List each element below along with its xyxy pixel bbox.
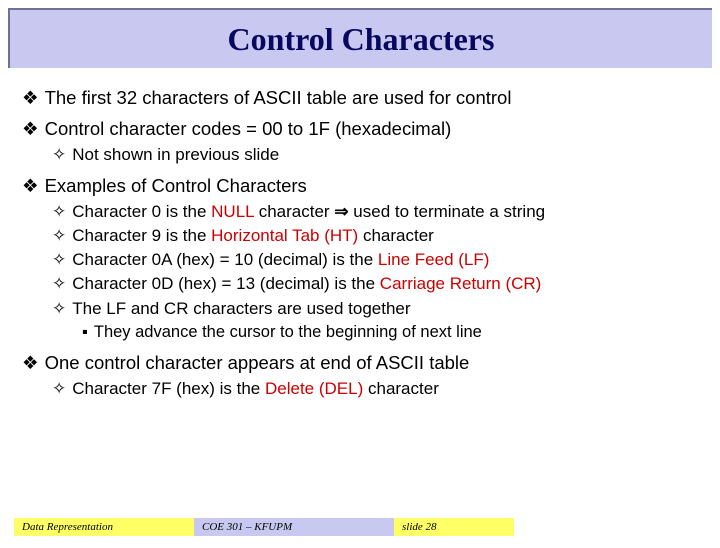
bullet-l2: ✧ Character 0A (hex) = 10 (decimal) is th…	[52, 249, 698, 270]
bullet-l1: ❖ The first 32 characters of ASCII table …	[22, 86, 698, 109]
bullet-text: Examples of Control Characters	[45, 175, 307, 196]
bullet-l2: ✧Character 9 is the Horizontal Tab (HT) …	[52, 225, 698, 246]
bullet-text: Character 0 is the	[72, 202, 211, 221]
bullet-text: Character 0D (hex) = 13 (decimal) is the	[72, 274, 380, 293]
bullet-text: used to terminate a string	[349, 202, 546, 221]
open-diamond-icon: ✧	[52, 145, 66, 164]
bullet-l2: ✧ The LF and CR characters are used toget…	[52, 298, 698, 319]
highlight-text: Delete (DEL)	[265, 379, 363, 398]
diamond-icon: ❖	[22, 175, 39, 196]
arrow-icon: ⇒	[334, 202, 348, 221]
open-diamond-icon: ✧	[52, 379, 66, 398]
bullet-text: character	[254, 202, 334, 221]
bullet-text: One control character appears at end of …	[45, 352, 470, 373]
bullet-l2: ✧ Character 0D (hex) = 13 (decimal) is th…	[52, 273, 698, 294]
diamond-icon: ❖	[22, 87, 39, 108]
bullet-l2: ✧ Not shown in previous slide	[52, 144, 698, 165]
bullet-text: Character 0A (hex) = 10 (decimal) is the	[72, 250, 378, 269]
bullet-text: The first 32 characters of ASCII table a…	[45, 87, 512, 108]
title-band: Control Characters	[8, 8, 712, 68]
highlight-text: Horizontal Tab (HT)	[211, 226, 358, 245]
open-diamond-icon: ✧	[52, 250, 66, 269]
bullet-l2: ✧Character 7F (hex) is the Delete (DEL) …	[52, 378, 698, 399]
bullet-l3: ▪ They advance the cursor to the beginnin…	[82, 322, 698, 343]
square-icon: ▪	[82, 323, 88, 341]
bullet-text: character	[358, 226, 434, 245]
bullet-text: Character 7F (hex) is the	[72, 379, 265, 398]
open-diamond-icon: ✧	[52, 226, 66, 245]
bullet-l1: ❖ One control character appears at end of…	[22, 351, 698, 374]
slide-title: Control Characters	[228, 21, 495, 58]
open-diamond-icon: ✧	[52, 202, 66, 221]
diamond-icon: ❖	[22, 352, 39, 373]
open-diamond-icon: ✧	[52, 299, 66, 318]
bullet-l1: ❖ Control character codes = 00 to 1F (hex…	[22, 117, 698, 140]
slide-content: ❖ The first 32 characters of ASCII table …	[0, 68, 720, 399]
footer-left: Data Representation	[14, 518, 194, 536]
bullet-text: The LF and CR characters are used togeth…	[72, 299, 410, 318]
highlight-text: Line Feed (LF)	[378, 250, 490, 269]
diamond-icon: ❖	[22, 118, 39, 139]
open-diamond-icon: ✧	[52, 274, 66, 293]
slide-footer: Data Representation COE 301 – KFUPM slid…	[0, 518, 720, 536]
bullet-text: Not shown in previous slide	[72, 145, 279, 164]
bullet-text: Control character codes = 00 to 1F (hexa…	[45, 118, 452, 139]
bullet-text: They advance the cursor to the beginning…	[94, 323, 482, 341]
footer-right: slide 28	[394, 518, 514, 536]
highlight-text: NULL	[211, 202, 254, 221]
footer-center: COE 301 – KFUPM	[194, 518, 394, 536]
bullet-text: Character 9 is the	[72, 226, 211, 245]
highlight-text: Carriage Return (CR)	[380, 274, 542, 293]
bullet-l1: ❖ Examples of Control Characters	[22, 174, 698, 197]
bullet-text: character	[363, 379, 439, 398]
bullet-l2: ✧ Character 0 is the NULL character ⇒ use…	[52, 201, 698, 222]
